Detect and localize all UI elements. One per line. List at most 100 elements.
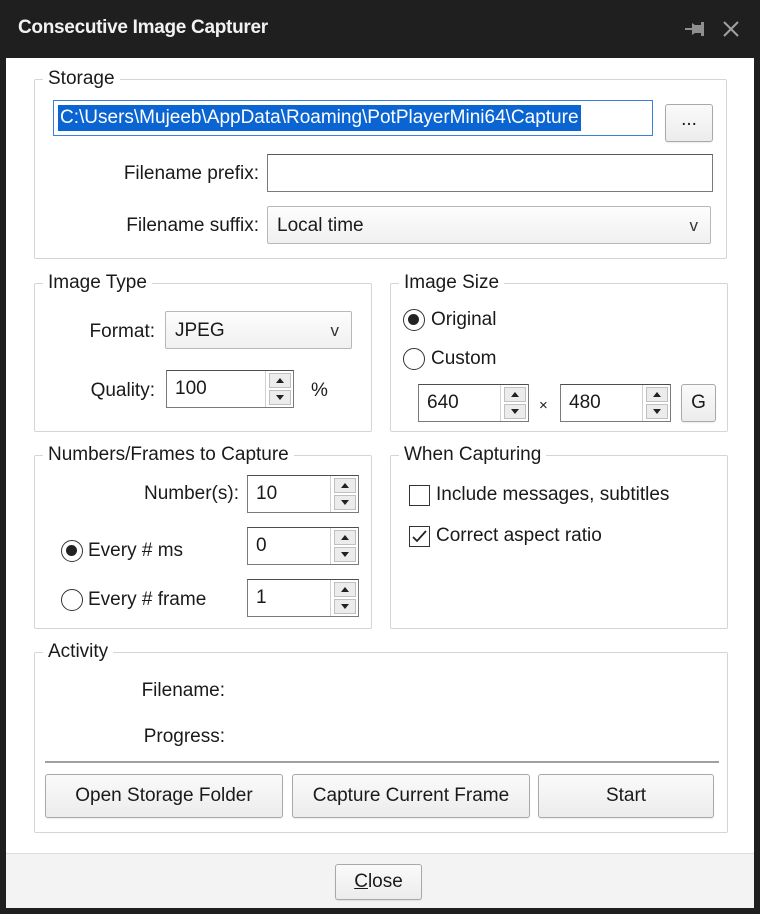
arrow-down-icon — [653, 409, 661, 414]
dialog-body: Storage C:\Users\Mujeeb\AppData\Roaming\… — [6, 58, 754, 853]
original-label[interactable]: Original — [431, 308, 496, 332]
filename-prefix-input[interactable] — [267, 154, 713, 192]
number-spin-arrows — [330, 476, 358, 512]
spin-up-button[interactable] — [334, 530, 356, 545]
spin-up-button[interactable] — [646, 387, 668, 402]
window-title: Consecutive Image Capturer — [18, 17, 268, 38]
title-bar[interactable]: Consecutive Image Capturer — [0, 0, 760, 58]
quality-label: Quality: — [90, 380, 155, 401]
every-frame-radio[interactable] — [61, 589, 83, 611]
spin-up-button[interactable] — [504, 387, 526, 402]
number-spinbox[interactable]: 10 — [247, 475, 359, 513]
image-size-legend: Image Size — [399, 271, 505, 295]
arrow-down-icon — [341, 552, 349, 557]
filename-suffix-value: Local time — [277, 215, 364, 236]
every-frame-value: 1 — [256, 587, 267, 608]
close-button-label: Close — [354, 871, 403, 892]
width-spinbox[interactable]: 640 — [418, 384, 529, 422]
spin-down-button[interactable] — [334, 599, 356, 614]
arrow-up-icon — [341, 483, 349, 488]
quality-spinbox[interactable]: 100 — [166, 370, 294, 408]
quality-value: 100 — [175, 378, 207, 399]
spin-down-button[interactable] — [334, 547, 356, 562]
spin-down-button[interactable] — [646, 404, 668, 419]
storage-path-value: C:\Users\Mujeeb\AppData\Roaming\PotPlaye… — [58, 105, 581, 131]
browse-button-label: ... — [681, 109, 697, 130]
pin-icon[interactable] — [683, 16, 709, 42]
format-value: JPEG — [175, 320, 225, 341]
every-ms-value: 0 — [256, 535, 267, 556]
spin-up-button[interactable] — [334, 582, 356, 597]
spin-up-button[interactable] — [334, 478, 356, 493]
capture-current-frame-label: Capture Current Frame — [312, 785, 510, 806]
every-ms-spin-arrows — [330, 528, 358, 564]
image-size-group: Image Size Original Custom 640 × 480 G — [390, 271, 728, 432]
g-button-label: G — [691, 392, 706, 413]
filename-suffix-select[interactable]: Local time v — [267, 206, 711, 244]
height-value: 480 — [569, 392, 601, 413]
browse-button[interactable]: ... — [665, 104, 713, 142]
original-radio[interactable] — [403, 309, 425, 331]
open-storage-folder-button[interactable]: Open Storage Folder — [45, 774, 283, 818]
g-button[interactable]: G — [681, 384, 716, 422]
filename-suffix-label: Filename suffix: — [126, 215, 259, 236]
height-spinbox[interactable]: 480 — [560, 384, 671, 422]
when-capturing-legend: When Capturing — [399, 443, 547, 467]
arrow-down-icon — [341, 604, 349, 609]
include-messages-checkbox[interactable] — [409, 485, 430, 506]
capture-current-frame-button[interactable]: Capture Current Frame — [292, 774, 530, 818]
dialog-window: Consecutive Image Capturer Storage C:\Us… — [0, 0, 760, 914]
times-sign: × — [539, 397, 548, 414]
arrow-down-icon — [511, 409, 519, 414]
spin-down-button[interactable] — [269, 390, 291, 405]
number-value: 10 — [256, 483, 278, 504]
storage-legend: Storage — [43, 67, 120, 91]
arrow-up-icon — [511, 392, 519, 397]
arrow-up-icon — [653, 392, 661, 397]
quality-unit: % — [311, 380, 328, 401]
close-icon[interactable] — [718, 16, 744, 42]
filename-label: Filename: — [141, 680, 225, 701]
every-ms-spinbox[interactable]: 0 — [247, 527, 359, 565]
every-ms-radio[interactable] — [61, 540, 83, 562]
include-messages-label[interactable]: Include messages, subtitles — [436, 483, 669, 507]
correct-aspect-label[interactable]: Correct aspect ratio — [436, 524, 602, 548]
close-mnemonic: C — [354, 871, 368, 892]
start-button[interactable]: Start — [538, 774, 714, 818]
arrow-up-icon — [341, 535, 349, 540]
custom-radio[interactable] — [403, 348, 425, 370]
activity-separator — [45, 761, 719, 763]
format-label: Format: — [89, 321, 155, 342]
filename-prefix-label: Filename prefix: — [123, 163, 259, 184]
chevron-down-icon: v — [330, 321, 340, 340]
every-frame-label[interactable]: Every # frame — [88, 588, 206, 612]
frames-group: Numbers/Frames to Capture Number(s): 10 … — [34, 443, 372, 629]
image-type-legend: Image Type — [43, 271, 152, 295]
every-ms-label[interactable]: Every # ms — [88, 539, 183, 563]
start-label: Start — [605, 785, 647, 806]
arrow-down-icon — [276, 395, 284, 400]
activity-legend: Activity — [43, 640, 114, 664]
correct-aspect-checkbox[interactable] — [409, 526, 430, 547]
activity-group: Activity Filename: Progress: Open Storag… — [34, 640, 728, 833]
progress-label: Progress: — [143, 726, 225, 747]
when-capturing-group: When Capturing Include messages, subtitl… — [390, 443, 728, 629]
arrow-down-icon — [341, 500, 349, 505]
every-frame-spin-arrows — [330, 580, 358, 616]
quality-spin-arrows — [265, 371, 293, 407]
close-label-rest: lose — [367, 871, 403, 892]
every-frame-spinbox[interactable]: 1 — [247, 579, 359, 617]
chevron-down-icon: v — [689, 216, 699, 235]
width-spin-arrows — [500, 385, 528, 421]
spin-up-button[interactable] — [269, 373, 291, 388]
storage-path-input[interactable]: C:\Users\Mujeeb\AppData\Roaming\PotPlaye… — [53, 100, 653, 136]
checkmark-icon — [412, 530, 427, 543]
storage-group: Storage C:\Users\Mujeeb\AppData\Roaming\… — [34, 67, 727, 259]
arrow-up-icon — [276, 378, 284, 383]
spin-down-button[interactable] — [504, 404, 526, 419]
close-button[interactable]: Close — [335, 864, 422, 900]
custom-label[interactable]: Custom — [431, 347, 496, 371]
spin-down-button[interactable] — [334, 495, 356, 510]
format-select[interactable]: JPEG v — [165, 311, 352, 349]
arrow-up-icon — [341, 587, 349, 592]
